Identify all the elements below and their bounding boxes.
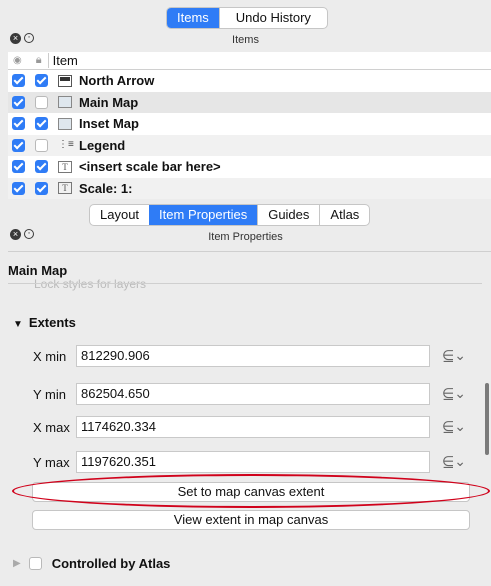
divider	[8, 283, 482, 284]
chevron-right-icon: ▶	[13, 558, 21, 569]
lock-checkbox[interactable]	[35, 74, 48, 88]
item-label: Main Map	[79, 94, 139, 110]
list-item[interactable]: Main Map	[8, 91, 491, 113]
items-panel-title: Items	[232, 34, 259, 46]
y-min-label: Y min	[33, 387, 66, 402]
list-item[interactable]: T <insert scale bar here>	[8, 156, 491, 178]
lock-checkbox[interactable]	[35, 138, 48, 152]
item-label: North Arrow	[79, 73, 155, 89]
y-max-field[interactable]: 1197620.351	[76, 451, 430, 473]
list-item[interactable]: ⋮≡ Legend	[8, 134, 491, 156]
items-table: ◉ 🔒︎ Item North Arrow Main Map Inset Map…	[8, 52, 491, 199]
lock-checkbox[interactable]	[35, 117, 48, 131]
north-arrow-icon	[58, 74, 72, 87]
tab-items[interactable]: Items	[167, 8, 219, 28]
lock-checkbox[interactable]	[35, 181, 48, 195]
properties-panel-title: Item Properties	[208, 231, 283, 243]
section-title: Main Map	[8, 263, 68, 278]
item-label: Scale: 1:	[79, 180, 133, 196]
controlled-by-atlas-row[interactable]: ▶ Controlled by Atlas	[13, 556, 170, 571]
extents-heading[interactable]: ▼ Extents	[13, 315, 76, 330]
item-label: Legend	[79, 137, 126, 153]
x-max-label: X max	[33, 420, 70, 435]
tab-guides[interactable]: Guides	[257, 205, 319, 225]
lock-icon: 🔒︎	[35, 54, 42, 66]
divider	[8, 251, 491, 252]
atlas-checkbox[interactable]	[28, 557, 42, 570]
list-item[interactable]: Inset Map	[8, 113, 491, 135]
highlight-ellipse	[12, 474, 490, 508]
item-label: <insert scale bar here>	[79, 159, 221, 175]
list-item[interactable]: T Scale: 1:	[8, 177, 491, 199]
visible-checkbox[interactable]	[12, 95, 25, 109]
text-icon: T	[58, 182, 72, 195]
data-defined-override-icon[interactable]: ⋸⌄	[442, 347, 466, 364]
map-icon	[58, 117, 72, 130]
item-label: Inset Map	[79, 116, 139, 132]
lock-checkbox[interactable]	[35, 95, 48, 109]
tab-atlas[interactable]: Atlas	[319, 205, 369, 225]
data-defined-override-icon[interactable]: ⋸⌄	[442, 453, 466, 470]
data-defined-override-icon[interactable]: ⋸⌄	[442, 418, 466, 435]
x-max-field[interactable]: 1174620.334	[76, 416, 430, 438]
y-max-label: Y max	[33, 455, 70, 470]
visible-checkbox[interactable]	[12, 117, 25, 131]
scrollbar[interactable]	[485, 383, 489, 455]
lock-checkbox[interactable]	[35, 160, 48, 174]
lock-styles-option[interactable]: Lock styles for layers	[34, 277, 146, 291]
legend-icon: ⋮≡	[58, 139, 74, 151]
view-extent-button[interactable]: View extent in map canvas	[32, 510, 470, 530]
data-defined-override-icon[interactable]: ⋸⌄	[442, 385, 466, 402]
x-min-field[interactable]: 812290.906	[76, 345, 430, 367]
top-tab-bar: Items Undo History	[166, 7, 328, 29]
tab-undo-history[interactable]: Undo History	[218, 8, 327, 28]
text-icon: T	[58, 160, 72, 173]
tab-layout[interactable]: Layout	[90, 205, 149, 225]
x-min-label: X min	[33, 349, 67, 364]
eye-icon: ◉	[13, 55, 22, 66]
tab-item-properties[interactable]: Item Properties	[149, 205, 258, 225]
visible-checkbox[interactable]	[12, 138, 25, 152]
y-min-field[interactable]: 862504.650	[76, 383, 430, 405]
visible-checkbox[interactable]	[12, 74, 25, 88]
bottom-tab-bar: Layout Item Properties Guides Atlas	[89, 204, 371, 226]
visible-checkbox[interactable]	[12, 160, 25, 174]
visible-checkbox[interactable]	[12, 181, 25, 195]
column-item-header: Item	[47, 53, 78, 68]
map-icon	[58, 96, 72, 109]
chevron-down-icon: ▼	[13, 319, 23, 330]
list-item[interactable]: North Arrow	[8, 70, 491, 92]
items-table-header: ◉ 🔒︎ Item	[8, 52, 491, 70]
atlas-label: Controlled by Atlas	[51, 556, 171, 571]
extents-label: Extents	[28, 315, 76, 330]
